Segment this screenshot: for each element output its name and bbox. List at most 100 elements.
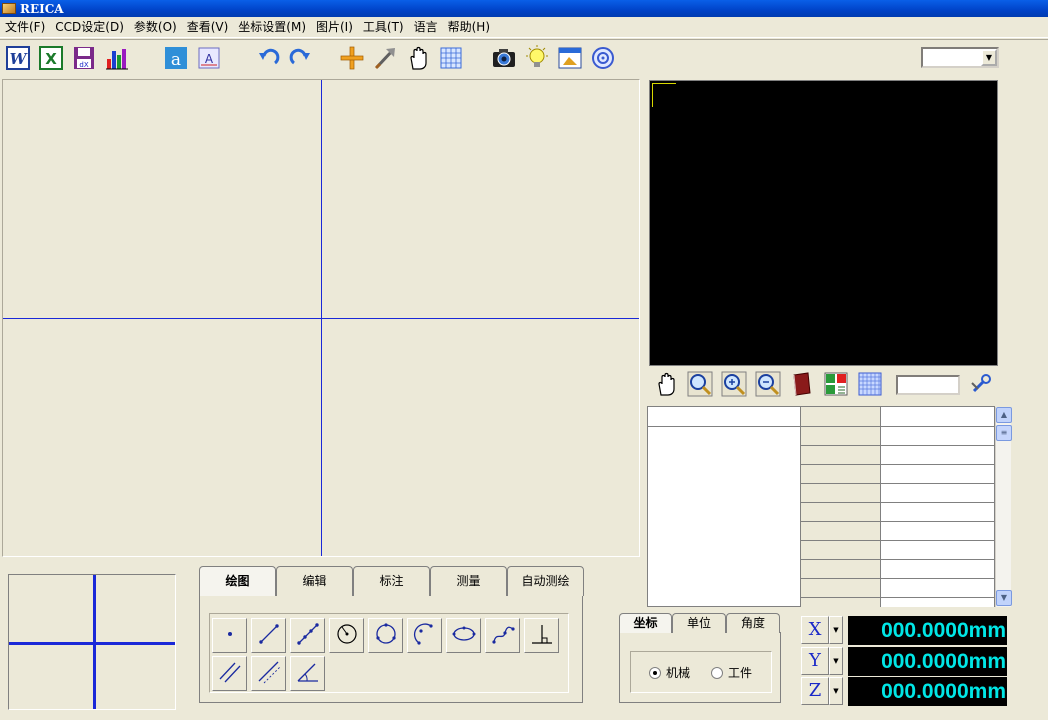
table-row[interactable] (801, 445, 995, 465)
measurement-table[interactable] (801, 406, 995, 607)
table-cell-value[interactable] (880, 502, 995, 522)
table-cell-value[interactable] (880, 426, 995, 446)
light-bulb-button[interactable] (522, 44, 552, 74)
table-cell-value[interactable] (880, 407, 995, 427)
scroll-down-icon[interactable]: ▼ (996, 590, 1012, 606)
table-cell-name[interactable] (801, 540, 881, 560)
camera-view[interactable] (649, 80, 998, 366)
grid-button[interactable] (436, 44, 466, 74)
menu-item-2[interactable]: 参数(O) (131, 17, 184, 37)
table-cell-name[interactable] (801, 483, 881, 503)
table-cell-value[interactable] (880, 483, 995, 503)
camera-capture-button[interactable] (489, 44, 519, 74)
table-cell-name[interactable] (801, 597, 881, 607)
grid-display-button[interactable] (855, 370, 885, 400)
tab-draw-4[interactable]: 自动测绘 (507, 566, 584, 596)
crosshair-button[interactable] (337, 44, 367, 74)
menu-item-6[interactable]: 工具(T) (360, 17, 411, 37)
menu-item-0[interactable]: 文件(F) (2, 17, 52, 37)
chevron-down-icon[interactable]: ▼ (829, 647, 843, 675)
table-cell-name[interactable] (801, 445, 881, 465)
table-cell-value[interactable] (880, 464, 995, 484)
toolbar-combo[interactable]: ▼ (921, 47, 999, 68)
table-cell-name[interactable] (801, 578, 881, 598)
table-row[interactable] (801, 597, 995, 607)
perpendicular-tool-button[interactable] (524, 618, 559, 653)
table-row[interactable] (801, 483, 995, 503)
zoom-button[interactable] (685, 370, 715, 400)
statistics-chart-button[interactable] (102, 44, 132, 74)
table-cell-value[interactable] (880, 578, 995, 598)
coord-mode-radio-0[interactable]: 机械 (649, 664, 690, 681)
tab-draw-2[interactable]: 标注 (353, 566, 430, 596)
parallel-lines-tool-button[interactable] (212, 656, 247, 691)
table-row[interactable] (801, 407, 995, 427)
zoom-in-button[interactable] (719, 370, 749, 400)
zoom-out-button[interactable] (753, 370, 783, 400)
table-cell-name[interactable] (801, 559, 881, 579)
hand-pan-button[interactable] (403, 44, 433, 74)
image-window-button[interactable] (555, 44, 585, 74)
table-row[interactable] (801, 426, 995, 446)
chevron-down-icon[interactable]: ▼ (981, 49, 997, 66)
table-cell-value[interactable] (880, 540, 995, 560)
radio-dot[interactable] (711, 666, 723, 679)
layout-button[interactable] (821, 370, 851, 400)
tab-draw-1[interactable]: 编辑 (276, 566, 353, 596)
measurement-scrollbar[interactable]: ▲ ≡ ▼ (995, 407, 1012, 607)
scroll-up-icon[interactable]: ▲ (996, 407, 1012, 423)
arc-tool-button[interactable] (407, 618, 442, 653)
navigator-view[interactable] (8, 574, 176, 710)
coord-mode-radio-1[interactable]: 工件 (711, 664, 752, 681)
radio-dot[interactable] (649, 666, 661, 679)
tab-draw-0[interactable]: 绘图 (199, 566, 276, 596)
table-cell-value[interactable] (880, 597, 995, 607)
circle-tool-button[interactable] (368, 618, 403, 653)
table-cell-value[interactable] (880, 559, 995, 579)
table-cell-name[interactable] (801, 426, 881, 446)
pick-tool-button[interactable] (370, 44, 400, 74)
table-cell-name[interactable] (801, 502, 881, 522)
lens-settings-button[interactable] (588, 44, 618, 74)
table-cell-value[interactable] (880, 445, 995, 465)
dxf-export-button[interactable]: dX (69, 44, 99, 74)
menu-item-5[interactable]: 图片(I) (313, 17, 360, 37)
angle-tool-button[interactable] (290, 656, 325, 691)
midline-tool-button[interactable] (251, 656, 286, 691)
drawing-canvas[interactable] (2, 79, 640, 557)
point-tool-button[interactable] (212, 618, 247, 653)
tab-coord-2[interactable]: 角度 (726, 613, 780, 633)
table-row[interactable] (801, 578, 995, 598)
table-cell-value[interactable] (880, 521, 995, 541)
excel-export-button[interactable]: X (36, 44, 66, 74)
undo-button[interactable] (253, 44, 283, 74)
measurement-list[interactable] (647, 406, 801, 607)
font-button[interactable]: a (161, 44, 191, 74)
scroll-thumb[interactable]: ≡ (996, 425, 1012, 441)
ellipse-tool-button[interactable] (446, 618, 481, 653)
axis-y-button[interactable]: Y (801, 647, 829, 675)
line-tool-button[interactable] (251, 618, 286, 653)
table-cell-name[interactable] (801, 407, 881, 427)
table-row[interactable] (801, 464, 995, 484)
menu-item-1[interactable]: CCD设定(D) (52, 17, 131, 37)
table-cell-name[interactable] (801, 521, 881, 541)
redo-button[interactable] (286, 44, 316, 74)
table-row[interactable] (801, 540, 995, 560)
word-export-button[interactable]: W (3, 44, 33, 74)
tab-draw-3[interactable]: 测量 (430, 566, 507, 596)
view-value-input[interactable] (896, 375, 960, 395)
curve-tool-button[interactable] (485, 618, 520, 653)
chevron-down-icon[interactable]: ▼ (829, 616, 843, 644)
circle-center-tool-button[interactable] (329, 618, 364, 653)
table-row[interactable] (801, 559, 995, 579)
tab-coord-0[interactable]: 坐标 (619, 613, 672, 633)
table-row[interactable] (801, 521, 995, 541)
axis-z-button[interactable]: Z (801, 677, 829, 705)
view-hand-button[interactable] (651, 370, 681, 400)
tab-coord-1[interactable]: 单位 (672, 613, 726, 633)
table-row[interactable] (801, 502, 995, 522)
axis-x-button[interactable]: X (801, 616, 829, 644)
text-annotation-button[interactable]: A (194, 44, 224, 74)
chevron-down-icon[interactable]: ▼ (829, 677, 843, 705)
